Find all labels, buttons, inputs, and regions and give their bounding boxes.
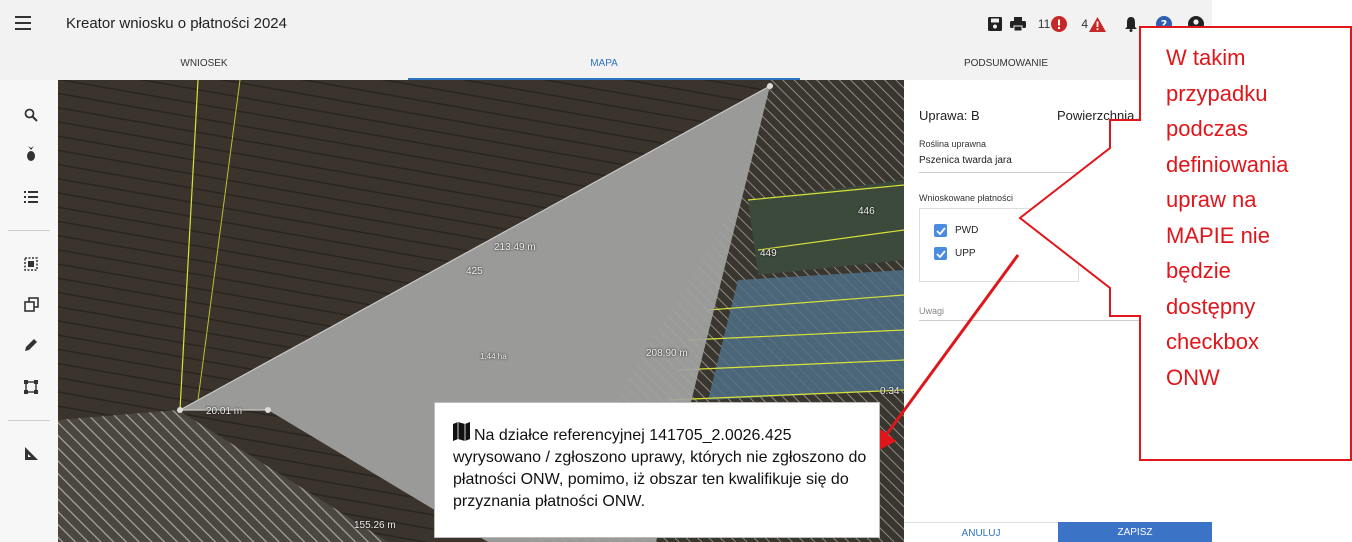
callout-line: przypadku bbox=[1166, 80, 1268, 106]
callout-line: MAPIE nie bbox=[1166, 222, 1270, 248]
crop-field-value[interactable]: Pszenica twarda jara bbox=[919, 155, 1012, 166]
map-label: 1.44 ha bbox=[480, 352, 507, 361]
callout-line: ONW bbox=[1166, 364, 1220, 390]
payment-row-upp[interactable]: UPP bbox=[934, 247, 976, 260]
map-label: 0.34 bbox=[880, 386, 900, 397]
map-label: 446 bbox=[858, 206, 875, 217]
payment-label: UPP bbox=[955, 248, 976, 259]
map-label: 155.26 m bbox=[354, 520, 396, 531]
pencil-icon[interactable] bbox=[20, 334, 42, 356]
cancel-button[interactable]: ANULUJ bbox=[904, 522, 1058, 542]
callout-text: W takim przypadku podczas definiowania u… bbox=[1166, 40, 1346, 395]
map-label: 208.90 m bbox=[646, 348, 688, 359]
tab-mapa[interactable]: MAPA bbox=[408, 50, 800, 80]
callout-line: W takim bbox=[1166, 45, 1246, 70]
crop-field-label: Roślina uprawna bbox=[919, 139, 987, 149]
toolbar-divider bbox=[8, 420, 50, 421]
info-message-text: Na działce referencyjnej 141705_2.0026.4… bbox=[453, 427, 867, 510]
select-area-icon[interactable] bbox=[20, 253, 42, 275]
measure-icon[interactable] bbox=[20, 442, 42, 464]
map-label: 449 bbox=[760, 248, 777, 259]
callout-line: upraw na bbox=[1166, 187, 1257, 212]
tab-wniosek[interactable]: WNIOSEK bbox=[0, 50, 408, 80]
toolbar-divider bbox=[8, 230, 50, 231]
info-message: Na działce referencyjnej 141705_2.0026.4… bbox=[453, 421, 873, 513]
callout-line: checkbox bbox=[1166, 329, 1259, 354]
payment-row-pwd[interactable]: PWD bbox=[934, 224, 978, 237]
callout-line: definiowania bbox=[1166, 151, 1289, 177]
list-icon[interactable] bbox=[20, 186, 42, 208]
copy-shape-icon[interactable] bbox=[20, 293, 42, 315]
save-button[interactable]: ZAPISZ bbox=[1058, 522, 1212, 542]
notes-field[interactable]: Uwagi bbox=[919, 306, 944, 316]
callout-line: podczas bbox=[1166, 116, 1248, 141]
hamburger-menu-icon[interactable] bbox=[15, 16, 31, 30]
map-icon bbox=[453, 421, 470, 442]
payments-label: Wnioskowane płatności bbox=[919, 193, 1014, 203]
checkbox-pwd[interactable] bbox=[934, 224, 947, 237]
map-label: 425 bbox=[466, 266, 483, 277]
payment-label: PWD bbox=[955, 225, 979, 236]
app-title: Kreator wniosku o płatności 2024 bbox=[66, 15, 287, 32]
callout-annotation: W takim przypadku podczas definiowania u… bbox=[1000, 26, 1352, 462]
plant-icon[interactable] bbox=[20, 143, 42, 165]
map-toolbar bbox=[0, 80, 58, 542]
bounding-box-icon[interactable] bbox=[20, 376, 42, 398]
crop-title: Uprawa: B bbox=[919, 108, 980, 123]
checkbox-upp[interactable] bbox=[934, 247, 947, 260]
map-label: 20.01 m bbox=[206, 406, 243, 417]
callout-line: będzie bbox=[1166, 258, 1231, 283]
info-message-box: Na działce referencyjnej 141705_2.0026.4… bbox=[434, 402, 880, 538]
map-label: 213.49 m bbox=[494, 242, 536, 253]
search-icon[interactable] bbox=[20, 104, 42, 126]
callout-line: dostępny bbox=[1166, 293, 1256, 319]
